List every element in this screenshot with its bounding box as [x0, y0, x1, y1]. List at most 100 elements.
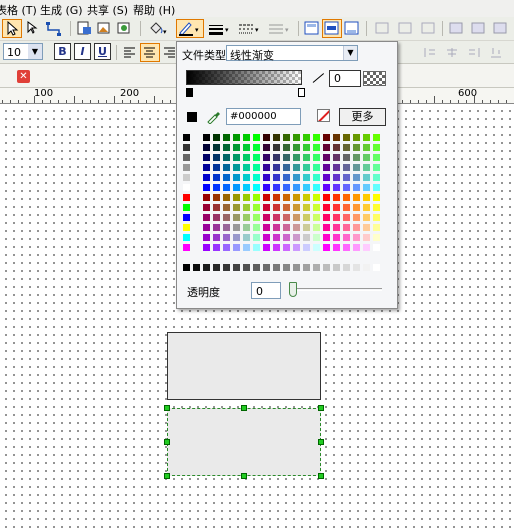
color-swatch[interactable]	[293, 184, 301, 192]
color-swatch[interactable]	[233, 154, 241, 162]
color-swatch[interactable]	[223, 134, 231, 142]
color-swatch[interactable]	[343, 154, 351, 162]
color-swatch[interactable]	[223, 214, 231, 222]
color-swatch[interactable]	[353, 174, 361, 182]
color-swatch[interactable]	[363, 264, 371, 272]
color-swatch[interactable]	[293, 194, 301, 202]
color-swatch[interactable]	[363, 224, 371, 232]
color-swatch[interactable]	[293, 214, 301, 222]
color-swatch[interactable]	[323, 134, 331, 142]
color-swatch[interactable]	[183, 214, 191, 222]
color-swatch[interactable]	[233, 184, 241, 192]
color-swatch[interactable]	[293, 244, 301, 252]
color-swatch[interactable]	[213, 184, 221, 192]
color-swatch[interactable]	[353, 194, 361, 202]
resize-handle[interactable]	[318, 405, 324, 411]
color-swatch[interactable]	[253, 164, 261, 172]
color-swatch[interactable]	[293, 174, 301, 182]
color-swatch[interactable]	[183, 234, 191, 242]
color-swatch[interactable]	[343, 184, 351, 192]
color-swatch[interactable]	[333, 134, 341, 142]
color-swatch[interactable]	[263, 244, 271, 252]
color-swatch[interactable]	[363, 174, 371, 182]
color-swatch[interactable]	[233, 164, 241, 172]
color-swatch[interactable]	[273, 194, 281, 202]
color-swatch[interactable]	[253, 174, 261, 182]
disabled-tool-button[interactable]	[420, 43, 440, 62]
disabled-tool-button[interactable]	[468, 19, 488, 38]
bold-button[interactable]: B	[54, 43, 71, 60]
color-swatch[interactable]	[253, 204, 261, 212]
color-swatch[interactable]	[213, 204, 221, 212]
color-swatch[interactable]	[293, 134, 301, 142]
color-swatch[interactable]	[313, 154, 321, 162]
transparency-input[interactable]: 0	[251, 282, 281, 299]
color-swatch[interactable]	[223, 184, 231, 192]
color-swatch[interactable]	[213, 164, 221, 172]
color-swatch[interactable]	[203, 194, 211, 202]
color-swatch[interactable]	[193, 264, 201, 272]
color-swatch[interactable]	[313, 244, 321, 252]
color-swatch[interactable]	[243, 184, 251, 192]
color-swatch[interactable]	[303, 234, 311, 242]
color-swatch[interactable]	[353, 144, 361, 152]
menu-generate[interactable]: 生成 (G)	[40, 2, 83, 18]
color-swatch[interactable]	[353, 224, 361, 232]
resize-handle[interactable]	[318, 473, 324, 479]
color-swatch[interactable]	[293, 154, 301, 162]
color-swatch[interactable]	[273, 234, 281, 242]
color-swatch[interactable]	[313, 204, 321, 212]
color-swatch[interactable]	[233, 144, 241, 152]
color-swatch[interactable]	[363, 184, 371, 192]
color-swatch[interactable]	[333, 174, 341, 182]
color-swatch[interactable]	[183, 244, 191, 252]
color-swatch[interactable]	[243, 224, 251, 232]
color-swatch[interactable]	[363, 154, 371, 162]
color-swatch[interactable]	[303, 214, 311, 222]
color-swatch[interactable]	[303, 244, 311, 252]
color-swatch[interactable]	[223, 264, 231, 272]
color-swatch[interactable]	[233, 214, 241, 222]
selected-rectangle-shape[interactable]	[167, 408, 321, 476]
color-swatch[interactable]	[293, 234, 301, 242]
color-swatch[interactable]	[313, 144, 321, 152]
color-swatch[interactable]	[313, 234, 321, 242]
color-swatch[interactable]	[183, 224, 191, 232]
color-swatch[interactable]	[283, 214, 291, 222]
color-swatch[interactable]	[223, 204, 231, 212]
color-swatch[interactable]	[333, 154, 341, 162]
color-swatch[interactable]	[253, 194, 261, 202]
color-swatch[interactable]	[273, 244, 281, 252]
color-swatch[interactable]	[303, 134, 311, 142]
color-swatch[interactable]	[203, 204, 211, 212]
shadow-button[interactable]	[302, 19, 322, 38]
color-swatch[interactable]	[323, 164, 331, 172]
color-swatch[interactable]	[213, 154, 221, 162]
color-swatch[interactable]	[323, 214, 331, 222]
color-swatch[interactable]	[293, 264, 301, 272]
color-swatch[interactable]	[243, 214, 251, 222]
insert-link-button[interactable]	[114, 19, 134, 38]
color-swatch[interactable]	[373, 154, 381, 162]
color-swatch[interactable]	[343, 144, 351, 152]
font-size-select[interactable]: 10 ▼	[3, 43, 43, 60]
line-color-button[interactable]: ▾	[176, 19, 204, 38]
color-swatch[interactable]	[343, 204, 351, 212]
color-swatch[interactable]	[223, 224, 231, 232]
color-swatch[interactable]	[373, 164, 381, 172]
color-swatch[interactable]	[373, 214, 381, 222]
color-swatch[interactable]	[283, 164, 291, 172]
color-swatch[interactable]	[243, 234, 251, 242]
color-swatch[interactable]	[363, 204, 371, 212]
color-swatch[interactable]	[373, 204, 381, 212]
color-swatch[interactable]	[183, 154, 191, 162]
color-swatch[interactable]	[203, 234, 211, 242]
disabled-tool-button[interactable]	[395, 19, 415, 38]
color-swatch[interactable]	[273, 224, 281, 232]
color-swatch[interactable]	[203, 134, 211, 142]
color-swatch[interactable]	[253, 214, 261, 222]
color-swatch[interactable]	[243, 204, 251, 212]
color-swatch[interactable]	[253, 224, 261, 232]
color-swatch[interactable]	[283, 264, 291, 272]
color-swatch[interactable]	[253, 134, 261, 142]
